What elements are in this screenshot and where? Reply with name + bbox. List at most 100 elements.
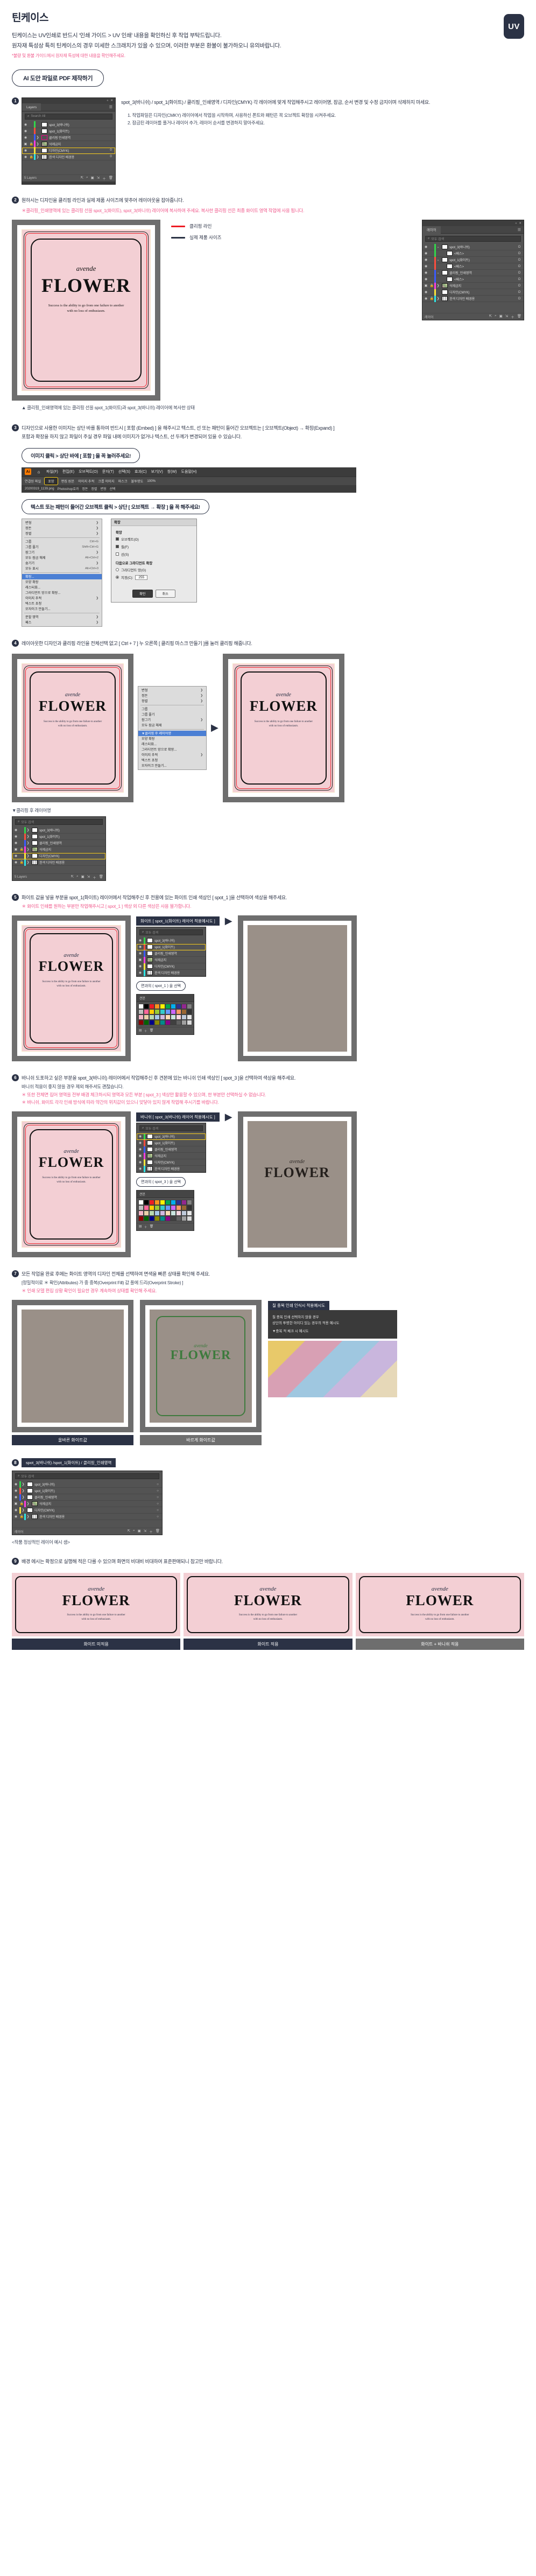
- align-button[interactable]: 정렬: [91, 486, 97, 491]
- lock-icon[interactable]: 🔒: [429, 284, 434, 288]
- swatch-cell[interactable]: [149, 1020, 154, 1026]
- table-row[interactable]: ◉ <패스> O: [422, 250, 524, 257]
- delete-layer-icon[interactable]: 🗑: [517, 314, 521, 319]
- transform-button[interactable]: 변형: [100, 486, 106, 491]
- close-icon[interactable]: ✕: [110, 99, 113, 102]
- table-row[interactable]: ◉ spot_3(바니쉬): [22, 121, 115, 128]
- swatch-cell[interactable]: [138, 1009, 144, 1015]
- eye-icon[interactable]: ▣: [137, 958, 144, 962]
- swatch-libraries-icon[interactable]: ▤: [139, 1028, 142, 1033]
- menu-item[interactable]: 분할 영역 ❯: [22, 614, 102, 620]
- tab-layers[interactable]: Layers: [22, 103, 41, 111]
- eye-icon[interactable]: ◉: [12, 1482, 19, 1486]
- eye-icon[interactable]: ◉: [22, 136, 29, 139]
- menu-item[interactable]: 모양 확장: [22, 579, 102, 585]
- table-row[interactable]: ◉ ❯ spot_3(바니쉬): [12, 827, 105, 834]
- eye-icon[interactable]: ▣: [22, 142, 29, 146]
- swatch-cell[interactable]: [187, 1014, 192, 1020]
- layers-search-input[interactable]: ⌕ 모두 검색: [15, 819, 103, 825]
- radio-icon[interactable]: [116, 576, 119, 579]
- swatch-cell[interactable]: [181, 1004, 187, 1010]
- make-mask-icon[interactable]: ▣: [138, 1529, 141, 1534]
- layer-target[interactable]: O: [515, 252, 524, 255]
- eye-icon[interactable]: ◉: [12, 1495, 19, 1499]
- mask-button[interactable]: 마스크: [118, 479, 127, 484]
- swatch-cell[interactable]: [181, 1200, 187, 1206]
- table-row[interactable]: ◉ 클리핑_인쇄영역: [137, 950, 206, 957]
- layer-target[interactable]: O: [515, 265, 524, 268]
- swatch-cell[interactable]: [138, 1205, 144, 1211]
- menu-item[interactable]: 변형 ❯: [138, 688, 206, 693]
- tab-layers[interactable]: 레이어: [422, 226, 441, 234]
- swatch-cell[interactable]: [149, 1014, 154, 1020]
- layers-panel-2[interactable]: « ✕ 레이어 ☰ ⌕ 모두 검색 ◉ ⌄ spot_3(바니쉬) O ◉ <패스: [422, 220, 524, 321]
- table-row[interactable]: ◉ 🔒 ❯ 흰색 디자인 배경용 0: [22, 153, 115, 160]
- checkbox-icon[interactable]: [116, 537, 119, 541]
- layer-target[interactable]: ○: [153, 1509, 162, 1512]
- eye-icon[interactable]: ◉: [422, 245, 429, 249]
- specify-value-input[interactable]: 255: [135, 575, 148, 580]
- locate-object-icon[interactable]: ⇱: [128, 1529, 130, 1534]
- chevron-right-icon[interactable]: ❯: [436, 297, 440, 300]
- dialog-radio-specify[interactable]: 지정(C): 255: [116, 575, 192, 580]
- swatch-cell[interactable]: [138, 1020, 144, 1026]
- swatch-cell[interactable]: [154, 1014, 160, 1020]
- table-row[interactable]: ◉ <패스> O: [422, 263, 524, 270]
- swatch-cell[interactable]: [154, 1216, 160, 1222]
- menu-effect[interactable]: 효과(C): [135, 469, 147, 474]
- menu-item[interactable]: 이미지 추적 ❯: [138, 752, 206, 758]
- chevron-right-icon[interactable]: ❯: [26, 860, 30, 864]
- object-menu-dropdown[interactable]: 변형 ❯ 정돈 ❯ 정렬 ❯ 그룹 Ctrl+G 그룹 풀기 Shift+Ctrl+G 잠…: [22, 518, 102, 627]
- menu-item[interactable]: 그라디언트 망으로 확장...: [22, 590, 102, 596]
- menu-edit[interactable]: 편집(E): [62, 469, 74, 474]
- swatch-cell[interactable]: [187, 1009, 192, 1015]
- swatch-cell[interactable]: [138, 1014, 144, 1020]
- menu-item[interactable]: 텍스트 초청: [22, 601, 102, 606]
- swatch-cell[interactable]: [165, 1200, 171, 1206]
- menu-item[interactable]: 숨기기 ❯: [22, 561, 102, 566]
- swatch-cell[interactable]: [165, 1009, 171, 1015]
- table-row[interactable]: ◉ 클리핑_인쇄영역: [137, 1146, 206, 1153]
- table-row[interactable]: ▣ 삭제금지: [137, 956, 206, 964]
- menu-item[interactable]: 잠그기 ❯: [138, 717, 206, 723]
- layer-target[interactable]: ○: [153, 1515, 162, 1518]
- delete-layer-icon[interactable]: 🗑: [156, 1529, 160, 1534]
- collapse-icon[interactable]: «: [107, 99, 108, 102]
- table-row[interactable]: ◉ spot_3(바니쉬): [137, 937, 206, 944]
- table-row[interactable]: ▣ 삭제금지: [137, 1152, 206, 1160]
- swatch-cell[interactable]: [171, 1210, 176, 1216]
- menu-item[interactable]: 그룹: [138, 706, 206, 712]
- table-row[interactable]: ◉ ⌄ spot_1(화이트) O: [422, 256, 524, 264]
- layers-panel-1[interactable]: « ✕ Layers ☰ ⌕ Search All ◉ spot_3(바니쉬) …: [22, 97, 116, 185]
- new-layer-icon[interactable]: ＋: [149, 1529, 153, 1534]
- lock-icon[interactable]: 🔒: [19, 1515, 24, 1518]
- dialog-checkbox-object[interactable]: 오브젝트(O): [116, 537, 192, 542]
- swatch-cell[interactable]: [176, 1014, 181, 1020]
- table-row[interactable]: ◉ 흰색 디자인 배경용: [137, 969, 206, 977]
- menu-item[interactable]: 이미지 추적 ❯: [22, 596, 102, 601]
- swatch-cell[interactable]: [165, 1216, 171, 1222]
- photoshop-effects-button[interactable]: Photoshop효과: [58, 486, 79, 491]
- swatch-cell[interactable]: [181, 1216, 187, 1222]
- table-row[interactable]: ◉ 디자인(CMYK): [137, 963, 206, 970]
- chevron-right-icon[interactable]: ❯: [21, 1489, 25, 1493]
- eye-icon[interactable]: ◉: [422, 277, 429, 281]
- eye-icon[interactable]: ◉: [137, 1147, 144, 1151]
- new-sublayer-icon[interactable]: ⇲: [87, 874, 90, 880]
- checkbox-icon[interactable]: [116, 545, 119, 549]
- menu-item[interactable]: 그룹 Ctrl+G: [22, 539, 102, 544]
- layer-target[interactable]: O: [515, 291, 524, 294]
- eye-icon[interactable]: ◉: [422, 258, 429, 262]
- swatch-cell[interactable]: [160, 1200, 165, 1206]
- eye-icon[interactable]: ▣: [137, 1154, 144, 1158]
- swatch-cell[interactable]: [154, 1004, 160, 1010]
- menu-item[interactable]: 그라디언트 망으로 확장...: [138, 747, 206, 752]
- eye-icon[interactable]: ◉: [12, 1515, 19, 1518]
- chevron-right-icon[interactable]: ❯: [36, 142, 40, 146]
- chevron-down-icon[interactable]: ⌄: [436, 245, 440, 249]
- swatch-cell[interactable]: [154, 1009, 160, 1015]
- swatch-cell[interactable]: [176, 1020, 181, 1026]
- opacity-value[interactable]: 100%: [147, 479, 156, 483]
- menu-item[interactable]: 모두 잠금 해제 Alt+Ctrl+2: [22, 555, 102, 561]
- swatch-cell[interactable]: [144, 1009, 149, 1015]
